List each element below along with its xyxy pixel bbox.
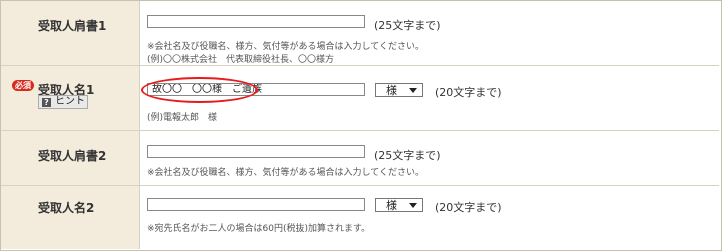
char-limit-note: (20文字まで) (435, 86, 502, 99)
form-row-recipient-name-2: 受取人名2 様 (20文字まで) ※宛先氏名がお二人の場合は60円(税抜)加算さ… (1, 186, 719, 249)
honorific-select[interactable]: 様 (375, 83, 423, 97)
honorific-select-value: 様 (386, 199, 397, 212)
question-mark-icon: ? (42, 98, 51, 107)
recipient-name-2-label: 受取人名2 (38, 201, 95, 215)
hint-button-label: ヒント (55, 96, 85, 107)
red-annotation-circle (141, 77, 258, 103)
field-cell: 様 (20文字まで) ※宛先氏名がお二人の場合は60円(税抜)加算されます。 (140, 186, 719, 249)
recipient-title-2-input[interactable] (147, 145, 365, 158)
honorific-select-value: 様 (386, 84, 397, 97)
chevron-down-icon (409, 88, 417, 93)
char-limit-note: (20文字まで) (435, 201, 502, 214)
label-cell: 受取人名2 (1, 186, 140, 249)
recipient-title-1-input[interactable] (147, 15, 365, 28)
label-cell: 受取人肩書2 (1, 131, 140, 185)
form-row-recipient-title-2: 受取人肩書2 (25文字まで) ※会社名及び役職名、様方、気付等がある場合は入力… (1, 131, 719, 186)
help-note: ※会社名及び役職名、様方、気付等がある場合は入力してください。 (147, 168, 425, 178)
required-badge: 必須 (12, 80, 34, 91)
field-cell: (25文字まで) ※会社名及び役職名、様方、気付等がある場合は入力してください。 (140, 131, 719, 185)
chevron-down-icon (409, 203, 417, 208)
help-note: ※会社名及び役職名、様方、気付等がある場合は入力してください。 (147, 42, 425, 52)
field-cell: (25文字まで) ※会社名及び役職名、様方、気付等がある場合は入力してください。… (140, 1, 719, 65)
form-row-recipient-name-1: 必須 受取人名1 ? ヒント 様 (20文字まで) (例)電報太郎 様 (1, 66, 719, 131)
hint-button[interactable]: ? ヒント (38, 95, 88, 109)
char-limit-note: (25文字まで) (374, 19, 441, 32)
char-limit-note: (25文字まで) (374, 149, 441, 162)
surcharge-note: ※宛先氏名がお二人の場合は60円(税抜)加算されます。 (147, 224, 371, 234)
example-note: (例)〇〇株式会社 代表取締役社長、〇〇様方 (147, 55, 335, 65)
example-note: (例)電報太郎 様 (147, 113, 218, 123)
form-row-recipient-title-1: 受取人肩書1 (25文字まで) ※会社名及び役職名、様方、気付等がある場合は入力… (1, 1, 719, 66)
recipient-name-2-input[interactable] (147, 198, 365, 211)
honorific-select[interactable]: 様 (375, 198, 423, 212)
recipient-title-2-label: 受取人肩書2 (38, 149, 107, 163)
recipient-title-1-label: 受取人肩書1 (38, 19, 107, 33)
label-cell: 必須 受取人名1 ? ヒント (1, 66, 140, 130)
label-cell: 受取人肩書1 (1, 1, 140, 65)
